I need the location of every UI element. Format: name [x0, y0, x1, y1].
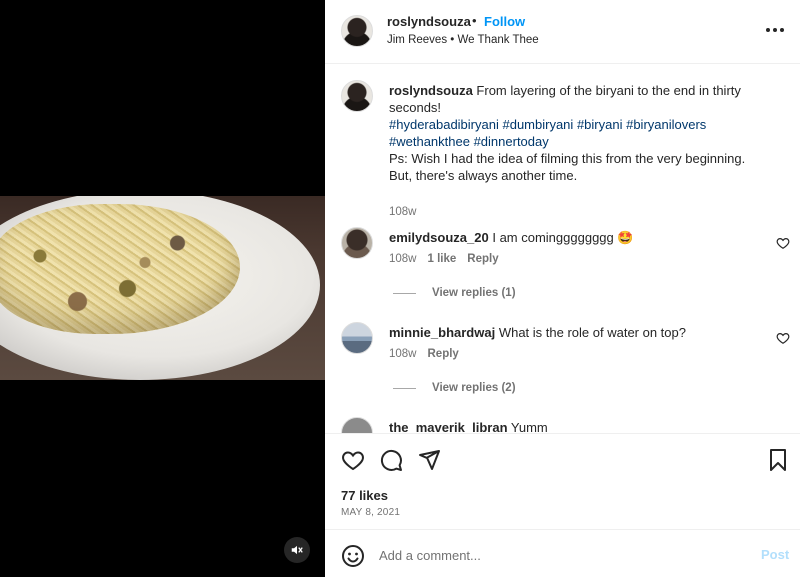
commenter-username[interactable]: minnie_bhardwaj	[389, 325, 495, 340]
hashtag-link[interactable]: #hyderabadibiryani	[389, 117, 499, 132]
star-struck-emoji: 🤩	[617, 230, 634, 245]
caption-timestamp[interactable]: 108w	[389, 206, 417, 218]
hashtag-link[interactable]: #biryanilovers	[626, 117, 706, 132]
view-replies-label: View replies (1)	[432, 287, 516, 299]
comment-heart-icon[interactable]	[776, 236, 790, 250]
post-comment-button[interactable]: Post	[761, 547, 789, 562]
commenter-avatar[interactable]	[341, 227, 373, 259]
commenter-username[interactable]: emilydsouza_20	[389, 230, 489, 245]
audio-track-link[interactable]: Jim Reeves • We Thank Thee	[387, 34, 539, 46]
hashtag-link[interactable]: #wethankthee	[389, 134, 470, 149]
comment-text: the_maverik_libran Yumm	[389, 419, 764, 433]
post-header: roslyndsouza • Follow Jim Reeves • We Th…	[325, 0, 800, 64]
comment-like-count[interactable]: 1 like	[428, 253, 457, 265]
reply-button[interactable]: Reply	[428, 348, 459, 360]
view-replies-button[interactable]: View replies (1)	[393, 287, 516, 299]
emoji-icon[interactable]	[341, 544, 365, 568]
heart-icon[interactable]	[341, 448, 365, 472]
like-count[interactable]: 77 likes	[341, 488, 388, 503]
comment-meta: 108w Reply	[389, 348, 459, 360]
hashtag-link[interactable]: #dumbiryani	[502, 117, 573, 132]
author-avatar[interactable]	[341, 15, 373, 47]
biryani-video-frame[interactable]	[0, 196, 325, 380]
comment-text: minnie_bhardwaj What is the role of wate…	[389, 324, 764, 341]
comment-composer: Post	[325, 529, 800, 577]
replies-divider	[393, 387, 416, 389]
comment-body: I am comingggggggg	[492, 230, 614, 245]
post-media[interactable]	[0, 0, 325, 577]
separator-dot: •	[472, 13, 477, 28]
comment-icon[interactable]	[379, 448, 403, 472]
caption-ps-line: Ps: Wish I had the idea of filming this …	[389, 151, 746, 166]
reply-button[interactable]: Reply	[467, 253, 498, 265]
caption-ps-line: But, there's always another time.	[389, 168, 578, 183]
comment-text: emilydsouza_20 I am comingggggggg 🤩	[389, 229, 764, 246]
share-icon[interactable]	[417, 448, 441, 472]
replies-divider	[393, 292, 416, 294]
hashtag-link[interactable]: #biryani	[577, 117, 623, 132]
caption-meta: 108w	[389, 206, 417, 218]
more-icon[interactable]	[766, 22, 786, 38]
post-date[interactable]: MAY 8, 2021	[341, 507, 400, 518]
caption-text: roslyndsouza From layering of the biryan…	[389, 82, 764, 184]
commenter-avatar[interactable]	[341, 322, 373, 354]
caption-author-avatar[interactable]	[341, 80, 373, 112]
comment-timestamp[interactable]: 108w	[389, 253, 417, 265]
author-username[interactable]: roslyndsouza	[387, 14, 471, 29]
commenter-avatar[interactable]	[341, 417, 373, 433]
audio-muted-icon[interactable]	[284, 537, 310, 563]
view-replies-label: View replies (2)	[432, 382, 516, 394]
follow-button[interactable]: Follow	[484, 14, 525, 29]
comments-list[interactable]: roslyndsouza From layering of the biryan…	[325, 65, 800, 433]
hashtag-link[interactable]: #dinnertoday	[474, 134, 549, 149]
commenter-username[interactable]: the_maverik_libran	[389, 420, 508, 433]
bookmark-icon[interactable]	[766, 448, 790, 472]
comment-body: Yumm	[510, 420, 548, 433]
comment-body: What is the role of water on top?	[498, 325, 686, 340]
post-actions: 77 likes MAY 8, 2021 Post	[325, 433, 800, 577]
caption-author-username[interactable]: roslyndsouza	[389, 83, 473, 98]
view-replies-button[interactable]: View replies (2)	[393, 382, 516, 394]
comment-timestamp[interactable]: 108w	[389, 348, 417, 360]
post-details-panel: roslyndsouza • Follow Jim Reeves • We Th…	[325, 0, 800, 577]
comment-heart-icon[interactable]	[776, 331, 790, 345]
comment-meta: 108w 1 like Reply	[389, 253, 499, 265]
add-comment-input[interactable]	[379, 543, 749, 567]
